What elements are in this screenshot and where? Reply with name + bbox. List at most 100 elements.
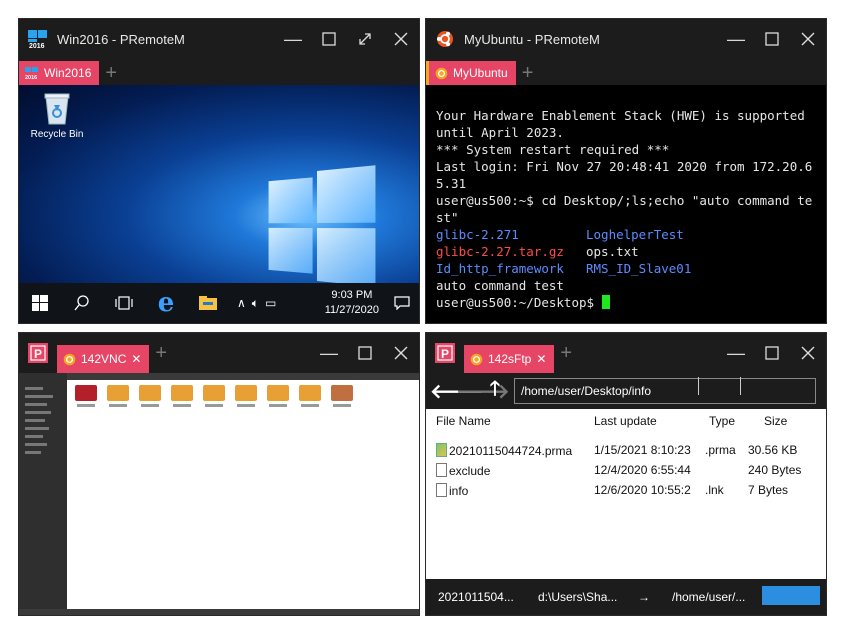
window-myubuntu: MyUbuntu - PRemoteM — MyUbuntu + Your Ha…: [425, 18, 827, 324]
titlebar[interactable]: P 142VNC ✕ + —: [19, 333, 419, 373]
file-updated: 1/15/2021 8:10:23: [594, 443, 691, 457]
terminal-line: user@us500:~$ cd Desktop/;ls;echo "auto …: [436, 193, 813, 225]
forward-arrow-icon[interactable]: 🡒: [456, 379, 510, 404]
file-icon: [436, 463, 447, 477]
file-row[interactable]: exclude 12/4/2020 6:55:44 240 Bytes: [426, 463, 826, 483]
task-view-icon[interactable]: [103, 283, 145, 323]
svg-text:P: P: [441, 347, 449, 361]
add-tab-icon[interactable]: +: [155, 341, 167, 365]
minimize-icon[interactable]: —: [718, 333, 754, 373]
transfer-file: 2021011504...: [438, 590, 514, 604]
add-tab-icon[interactable]: +: [522, 61, 534, 85]
file-list-header: File Name Last update Type Size: [426, 409, 826, 433]
tab-label: 142sFtp: [488, 352, 532, 366]
ls-entry: glibc-2.271: [436, 227, 519, 242]
taskbar: e ∧ 🔈︎ ▭ 9:03 PM 11/27/2020: [19, 283, 419, 323]
terminal[interactable]: Your Hardware Enablement Stack (HWE) is …: [426, 85, 826, 323]
ls-entry: LoghelperTest: [586, 227, 684, 242]
maximize-icon[interactable]: [347, 333, 383, 373]
file-row[interactable]: info 12/6/2020 10:55:2 .lnk 7 Bytes: [426, 483, 826, 503]
chevron-up-icon[interactable]: ∧: [237, 296, 246, 310]
remote-desktop-view[interactable]: Recycle Bin e ∧ 🔈︎ ▭ 9:03 PM 11/27/2020: [19, 85, 419, 323]
notifications-icon[interactable]: [385, 283, 419, 323]
back-arrow-icon[interactable]: 🡐: [430, 379, 484, 404]
file-size: 30.56 KB: [748, 443, 798, 457]
tab-142vnc[interactable]: 142VNC ✕: [57, 345, 150, 373]
search-icon[interactable]: [61, 283, 103, 323]
col-header-type[interactable]: Type: [709, 414, 735, 428]
tab-label: Win2016: [44, 66, 92, 80]
ls-entry: RMS_ID_Slave01: [586, 261, 692, 276]
folder-icon: [75, 385, 97, 401]
folder-icon: [171, 385, 193, 401]
echo-output: auto command test: [436, 278, 564, 293]
tab-myubuntu[interactable]: MyUbuntu: [426, 61, 516, 85]
network-icon[interactable]: ▭: [265, 296, 276, 310]
close-icon[interactable]: [790, 333, 826, 373]
folder-icon: [235, 385, 257, 401]
ls-entry: glibc-2.27.tar.gz: [436, 244, 564, 259]
recycle-bin-shortcut[interactable]: Recycle Bin: [27, 91, 87, 140]
internet-explorer-icon[interactable]: e: [145, 283, 187, 323]
close-tab-icon[interactable]: ✕: [131, 352, 141, 366]
folder-icon: [203, 385, 225, 401]
file-type: .prma: [705, 443, 736, 457]
window-win2016: 2016 Win2016 - PRemoteM — 2016 Win2016 +…: [18, 18, 420, 324]
add-tab-icon[interactable]: +: [560, 341, 572, 365]
windows-logo-wallpaper: [268, 165, 376, 287]
transfer-progress-bar: [762, 586, 820, 605]
minimize-icon[interactable]: —: [718, 19, 754, 59]
fullscreen-icon[interactable]: [347, 19, 383, 59]
folder-icon: [267, 385, 289, 401]
sftp-browser: 🡐 🡒 🡑 /home/user/Desktop/info File Name …: [426, 373, 826, 615]
vnc-menubar: [19, 373, 419, 380]
folder-icon: [299, 385, 321, 401]
file-updated: 12/4/2020 6:55:44: [594, 463, 691, 477]
recycle-bin-icon: [42, 91, 72, 125]
maximize-icon[interactable]: [754, 19, 790, 59]
transfer-source: d:\Users\Sha...: [538, 590, 618, 604]
close-tab-icon[interactable]: ✕: [536, 352, 546, 366]
terminal-cursor: [601, 295, 610, 309]
add-tab-icon[interactable]: +: [105, 61, 117, 85]
folder-icon: [139, 385, 161, 401]
path-input[interactable]: /home/user/Desktop/info: [514, 378, 816, 404]
path-bar: 🡐 🡒 🡑 /home/user/Desktop/info: [426, 373, 826, 409]
svg-text:2016: 2016: [25, 75, 37, 80]
close-icon[interactable]: [383, 333, 419, 373]
svg-text:2016: 2016: [29, 43, 45, 48]
close-icon[interactable]: [790, 19, 826, 59]
minimize-icon[interactable]: —: [311, 333, 347, 373]
titlebar[interactable]: 2016 Win2016 - PRemoteM —: [19, 19, 419, 59]
file-explorer-icon[interactable]: [187, 283, 229, 323]
window-title: Win2016 - PRemoteM: [57, 31, 185, 47]
tab-bar: 2016 Win2016 +: [19, 59, 419, 85]
close-icon[interactable]: [383, 19, 419, 59]
start-icon[interactable]: [19, 283, 61, 323]
file-row[interactable]: 20210115044724.prma 1/15/2021 8:10:23 .p…: [426, 443, 826, 463]
ls-entry: Id_http_framework: [436, 261, 564, 276]
titlebar[interactable]: MyUbuntu - PRemoteM —: [426, 19, 826, 59]
tab-win2016[interactable]: 2016 Win2016: [19, 61, 100, 85]
volume-muted-icon[interactable]: 🔈︎: [252, 296, 259, 311]
tab-label: MyUbuntu: [453, 66, 508, 80]
window-142vnc: P 142VNC ✕ + —: [18, 332, 420, 616]
up-arrow-icon[interactable]: 🡑: [482, 374, 508, 408]
clock-time: 9:03 PM: [331, 289, 373, 301]
maximize-icon[interactable]: [311, 19, 347, 59]
taskbar-clock[interactable]: 9:03 PM 11/27/2020: [325, 288, 385, 318]
vnc-statusbar: [19, 609, 419, 615]
vnc-remote-view[interactable]: [19, 373, 419, 615]
premotem-logo-icon: P: [434, 342, 456, 364]
titlebar[interactable]: P 142sFtp ✕ + —: [426, 333, 826, 373]
col-header-size[interactable]: Size: [764, 414, 787, 428]
maximize-icon[interactable]: [754, 333, 790, 373]
col-header-name[interactable]: File Name: [436, 414, 491, 428]
col-header-updated[interactable]: Last update: [594, 414, 657, 428]
transfer-arrow: →: [638, 590, 650, 604]
minimize-icon[interactable]: —: [275, 19, 311, 59]
tab-142sftp[interactable]: 142sFtp ✕: [464, 345, 555, 373]
windows-2016-icon: 2016: [25, 66, 38, 80]
sftp-icon: [470, 353, 483, 365]
file-name: info: [449, 484, 469, 498]
